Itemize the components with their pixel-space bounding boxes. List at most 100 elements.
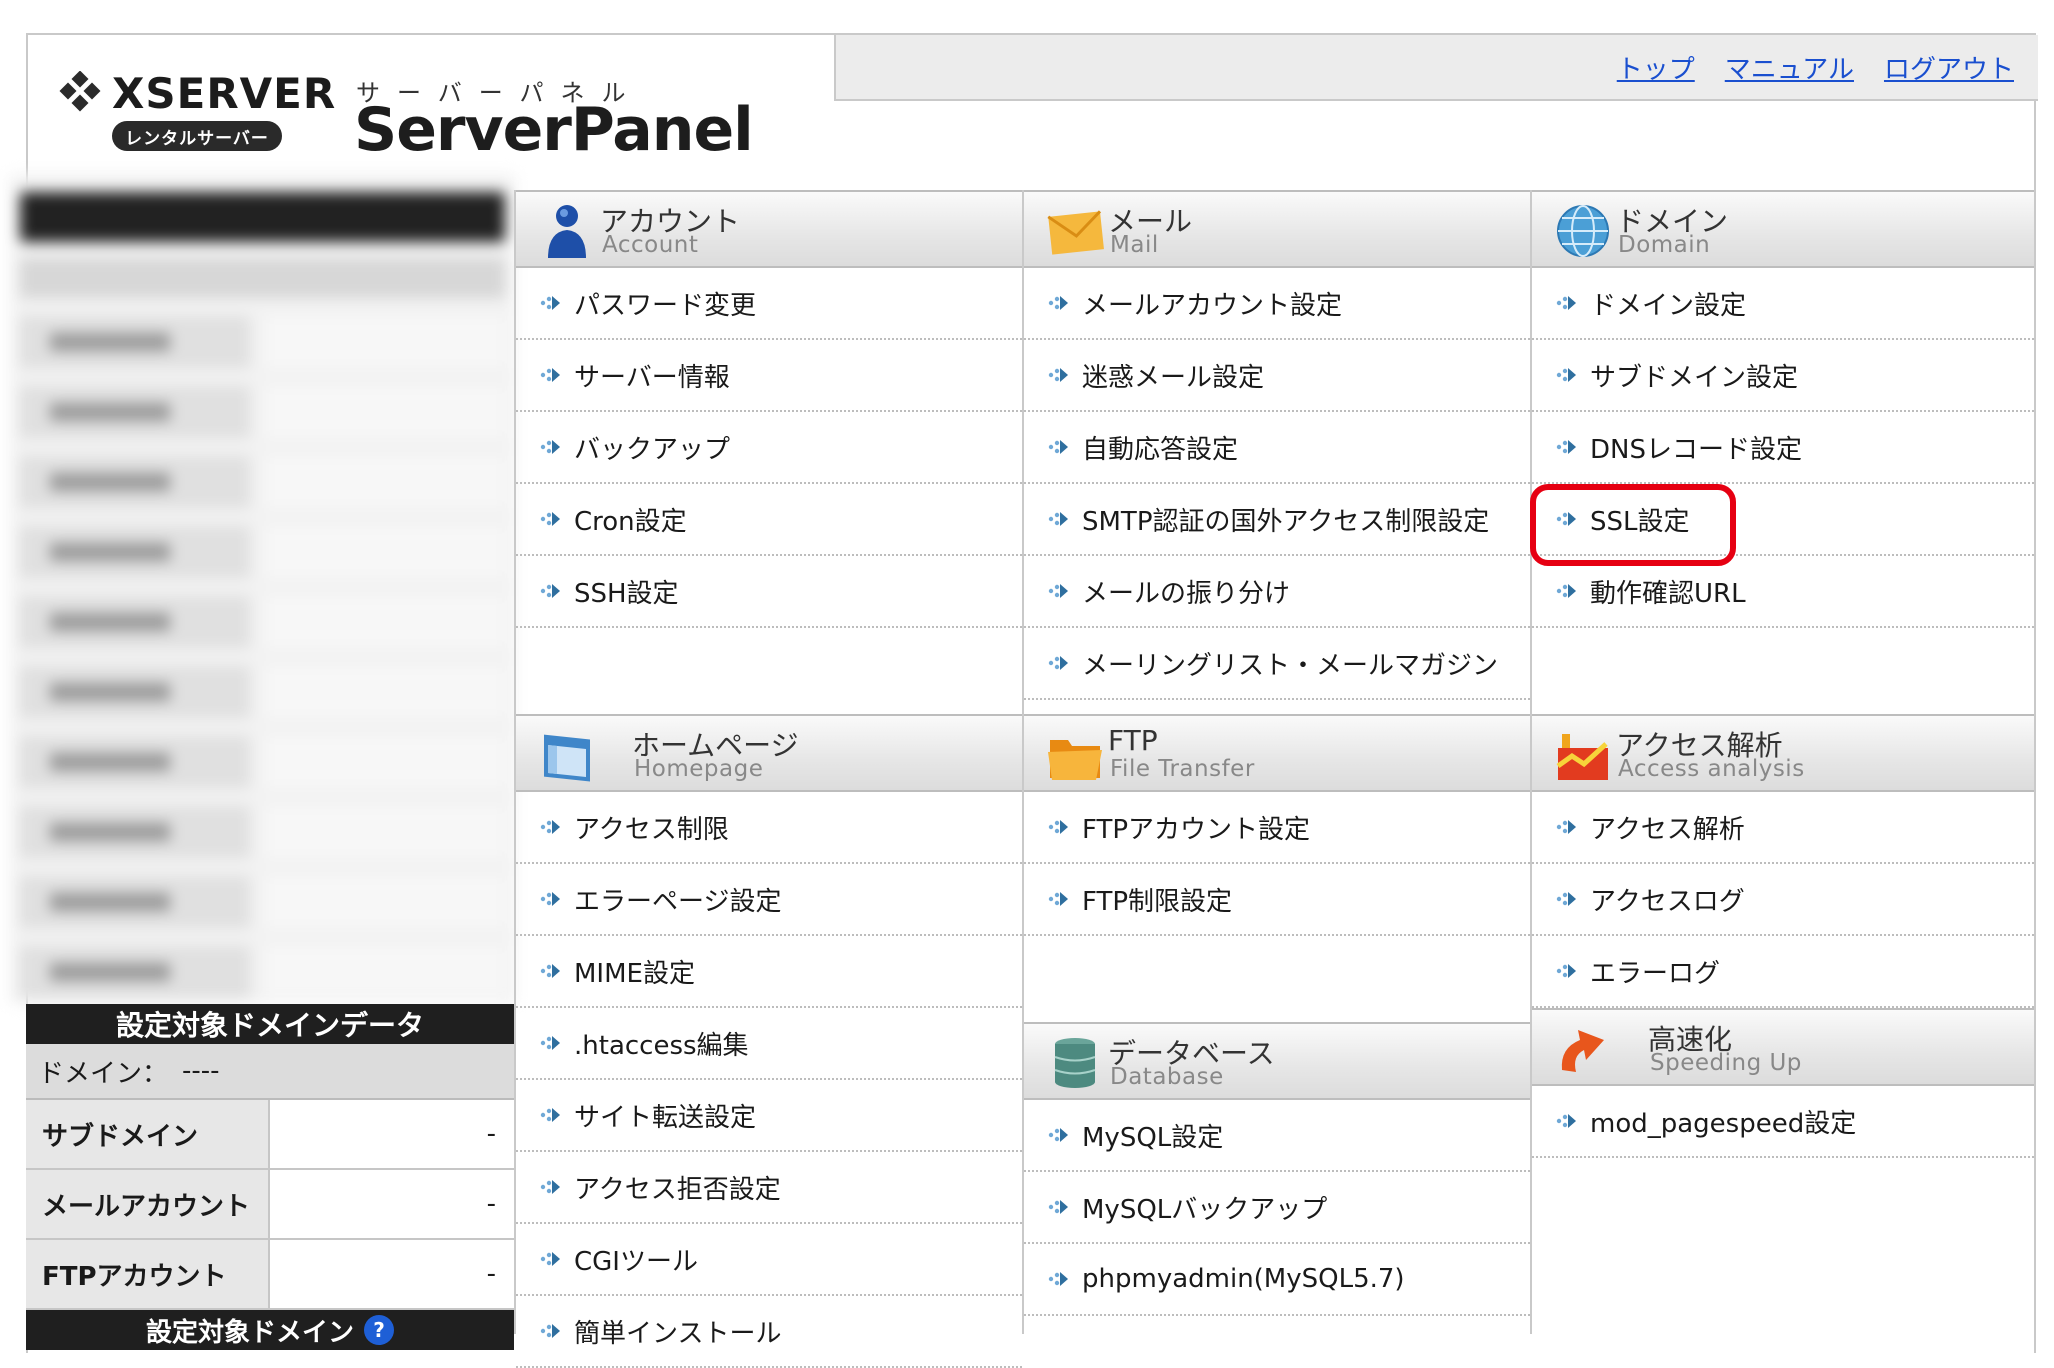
menu-item-smtp-restriction[interactable]: SMTP認証の国外アクセス制限設定 — [1024, 484, 1530, 556]
menu-item-access-restriction[interactable]: アクセス制限 — [516, 792, 1022, 864]
database-icon — [1054, 1038, 1096, 1088]
arrow-icon — [1048, 440, 1068, 454]
section-speeding-up: 高速化 Speeding Up — [1532, 1008, 2034, 1086]
menu-item-mysql-backup[interactable]: MySQLバックアップ — [1024, 1172, 1530, 1244]
arrow-icon — [1556, 368, 1576, 382]
menu-item-mime[interactable]: MIME設定 — [516, 936, 1022, 1008]
arrow-icon — [540, 512, 560, 526]
section-title-en: File Transfer — [1110, 756, 1255, 782]
arrow-icon — [540, 1036, 560, 1050]
section-title-en: Mail — [1110, 232, 1159, 258]
column-domain-access-speed: ドメイン Domain ドメイン設定 サブドメイン設定 DNSレコード設定 SS… — [1530, 190, 2036, 1334]
section-title-en: Speeding Up — [1650, 1050, 1802, 1076]
arrow-icon — [1048, 584, 1068, 598]
row-label: メールアカウント — [26, 1170, 270, 1238]
arrow-icon — [1048, 1200, 1068, 1214]
arrow-icon — [1048, 820, 1068, 834]
arrow-icon — [540, 892, 560, 906]
menu-item-site-redirect[interactable]: サイト転送設定 — [516, 1080, 1022, 1152]
arrow-icon — [1556, 512, 1576, 526]
menu-item-cron[interactable]: Cron設定 — [516, 484, 1022, 556]
row-value: - — [270, 1170, 514, 1238]
menu-item-mail-filter[interactable]: メールの振り分け — [1024, 556, 1530, 628]
section-title-en: Homepage — [634, 756, 764, 782]
arrow-icon — [1048, 296, 1068, 310]
menu-item-password[interactable]: パスワード変更 — [516, 268, 1022, 340]
domain-value: ---- — [182, 1056, 220, 1086]
arrow-icon — [1556, 440, 1576, 454]
arrow-icon — [540, 1108, 560, 1122]
top-link[interactable]: トップ — [1617, 49, 1695, 86]
menu-item-cgi-tools[interactable]: CGIツール — [516, 1224, 1022, 1296]
envelope-icon — [1047, 210, 1104, 255]
top-nav-bar: トップ マニュアル ログアウト — [834, 35, 2038, 101]
menu-item-mysql[interactable]: MySQL設定 — [1024, 1100, 1530, 1172]
menu-item-subdomain[interactable]: サブドメイン設定 — [1532, 340, 2034, 412]
row-label: サブドメイン — [26, 1100, 270, 1168]
menu-item-ftp-restriction[interactable]: FTP制限設定 — [1024, 864, 1530, 936]
arrow-icon — [1556, 892, 1576, 906]
domain-row: ドメイン： ---- — [26, 1044, 514, 1100]
row-label: FTPアカウント — [26, 1240, 270, 1308]
section-access-analysis: アクセス解析 Access analysis — [1532, 714, 2034, 792]
section-mail: メール Mail — [1024, 190, 1530, 268]
xserver-logo-icon — [59, 71, 101, 112]
arrow-icon — [1048, 1128, 1068, 1142]
arrow-icon — [1556, 296, 1576, 310]
menu-item-mailing-list[interactable]: メーリングリスト・メールマガジン — [1024, 628, 1530, 700]
arrow-icon — [1556, 1114, 1576, 1128]
menu-item-error-log[interactable]: エラーログ — [1532, 936, 2034, 1008]
logout-link[interactable]: ログアウト — [1884, 49, 2014, 86]
menu-item-dns-record[interactable]: DNSレコード設定 — [1532, 412, 2034, 484]
user-icon — [548, 205, 586, 258]
section-title-en: Account — [602, 232, 699, 258]
menu-item-auto-reply[interactable]: 自動応答設定 — [1024, 412, 1530, 484]
section-homepage: ホームページ Homepage — [516, 714, 1022, 792]
menu-item-phpmyadmin[interactable]: phpmyadmin(MySQL5.7) — [1024, 1244, 1530, 1316]
menu-item-test-url[interactable]: 動作確認URL — [1532, 556, 2034, 628]
chart-icon — [1556, 734, 1608, 780]
arrow-icon — [540, 584, 560, 598]
arrow-icon — [540, 1324, 560, 1338]
row-value: - — [270, 1240, 514, 1308]
column-mail-ftp-database: メール Mail メールアカウント設定 迷惑メール設定 自動応答設定 SMTP認… — [1022, 190, 1530, 1334]
globe-icon — [1557, 205, 1609, 257]
menu-item-ssh[interactable]: SSH設定 — [516, 556, 1022, 628]
arrow-icon — [540, 368, 560, 382]
menu-item-domain-settings[interactable]: ドメイン設定 — [1532, 268, 2034, 340]
menu-item-backup[interactable]: バックアップ — [516, 412, 1022, 484]
blurred-sidebar — [10, 174, 515, 1004]
menu-item-htaccess[interactable]: .htaccess編集 — [516, 1008, 1022, 1080]
help-icon[interactable]: ? — [364, 1315, 394, 1345]
menu-item-error-page[interactable]: エラーページ設定 — [516, 864, 1022, 936]
column-account-homepage: アカウント Account パスワード変更 サーバー情報 バックアップ Cron… — [514, 190, 1022, 1368]
menu-item-ftp-account[interactable]: FTPアカウント設定 — [1024, 792, 1530, 864]
rental-server-badge: レンタルサーバー — [112, 121, 282, 151]
arrow-icon — [1556, 820, 1576, 834]
ftp-account-row: FTPアカウント - — [26, 1240, 514, 1310]
menu-item-mail-account[interactable]: メールアカウント設定 — [1024, 268, 1530, 340]
section-account: アカウント Account — [516, 190, 1022, 268]
arrow-icon — [1048, 512, 1068, 526]
target-domain-title: 設定対象ドメイン — [145, 1317, 354, 1348]
menu-item-access-deny[interactable]: アクセス拒否設定 — [516, 1152, 1022, 1224]
menu-item-access-analysis[interactable]: アクセス解析 — [1532, 792, 2034, 864]
arrow-icon — [1048, 892, 1068, 906]
menu-item-server-info[interactable]: サーバー情報 — [516, 340, 1022, 412]
section-title-jp: FTP — [1108, 724, 1158, 757]
section-title-en: Domain — [1618, 232, 1711, 258]
mail-account-row: メールアカウント - — [26, 1170, 514, 1240]
domain-data-title: 設定対象ドメインデータ — [26, 1004, 514, 1044]
menu-item-access-log[interactable]: アクセスログ — [1532, 864, 2034, 936]
arrow-icon — [1048, 368, 1068, 382]
menu-item-ssl[interactable]: SSL設定 — [1532, 484, 2034, 556]
menu-item-easy-install[interactable]: 簡単インストール — [516, 1296, 1022, 1368]
subdomain-row: サブドメイン - — [26, 1100, 514, 1170]
arrow-icon — [1556, 964, 1576, 978]
menu-item-mod-pagespeed[interactable]: mod_pagespeed設定 — [1532, 1086, 2034, 1158]
manual-link[interactable]: マニュアル — [1725, 49, 1854, 86]
section-domain: ドメイン Domain — [1532, 190, 2034, 268]
arrow-icon — [540, 440, 560, 454]
domain-data-panel: 設定対象ドメインデータ ドメイン： ---- サブドメイン - メールアカウント… — [26, 1004, 514, 1350]
menu-item-spam[interactable]: 迷惑メール設定 — [1024, 340, 1530, 412]
